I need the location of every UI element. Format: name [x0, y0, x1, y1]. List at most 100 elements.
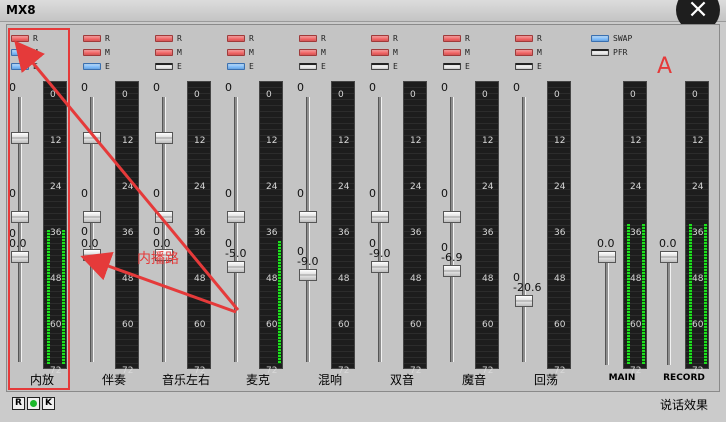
meter-level — [278, 241, 281, 364]
meter-tick-label: 0 — [630, 90, 636, 100]
fader-knob[interactable] — [83, 211, 101, 223]
title-bar: MX8 — [0, 0, 726, 22]
fader-knob[interactable] — [515, 295, 533, 307]
level-meter: 0 12 24 36 48 60 72 — [685, 81, 709, 376]
fader-track[interactable] — [234, 97, 238, 362]
fader-knob[interactable] — [443, 265, 461, 277]
route-r-toggle[interactable]: R — [299, 31, 326, 45]
fader-top-label: 0 — [513, 81, 520, 94]
led-icon — [155, 34, 173, 42]
meter-tick-label: 24 — [482, 182, 494, 192]
channel-strip: 0.0 0 12 24 36 48 60 72 MAIN — [591, 25, 661, 393]
route-e-toggle[interactable]: E — [227, 59, 254, 73]
led-icon — [591, 34, 609, 42]
k-toggle[interactable]: K — [42, 397, 55, 410]
fader-value: -9.0 — [369, 247, 391, 260]
route-m-label: M — [249, 47, 254, 57]
route-m-toggle[interactable]: M — [371, 45, 398, 59]
route-r-label: R — [537, 33, 542, 43]
channel-buttons: RME — [515, 31, 542, 73]
led-icon — [515, 34, 533, 42]
route-e-toggle[interactable]: E — [515, 59, 542, 73]
led-icon — [371, 48, 389, 56]
meter-tick-label: 12 — [630, 136, 642, 146]
led-icon — [443, 34, 461, 42]
led-icon — [443, 62, 461, 70]
channel-strip: 0.0 0 12 24 36 48 60 72 RECORD — [653, 25, 723, 393]
meter-tick-label: 24 — [692, 182, 704, 192]
route-e-toggle[interactable]: E — [155, 59, 182, 73]
meter-tick-label: 48 — [194, 274, 206, 284]
fader-track[interactable] — [667, 261, 671, 365]
swap-label: SWAP — [613, 33, 633, 43]
fader-knob[interactable] — [227, 261, 245, 273]
meter-tick-label: 24 — [410, 182, 422, 192]
route-e-toggle[interactable]: E — [83, 59, 110, 73]
route-r-toggle[interactable]: R — [371, 31, 398, 45]
fader-knob[interactable] — [660, 251, 678, 263]
channel-strip: R M E 0 0 0 0.0 0 12 24 36 48 60 72 音乐左右 — [151, 25, 221, 393]
send-value: 0 — [297, 187, 304, 200]
led-icon — [83, 62, 101, 70]
fader-knob[interactable] — [155, 132, 173, 144]
fader-knob[interactable] — [227, 211, 245, 223]
channel-name: 双音 — [389, 373, 414, 387]
route-e-toggle[interactable]: E — [299, 59, 326, 73]
route-r-toggle[interactable]: R — [443, 31, 470, 45]
fader-knob[interactable] — [299, 211, 317, 223]
fader-track[interactable] — [450, 97, 454, 362]
route-r-toggle[interactable]: R — [515, 31, 542, 45]
led-icon — [371, 34, 389, 42]
led-icon — [155, 62, 173, 70]
led-icon — [443, 48, 461, 56]
route-m-toggle[interactable]: M — [515, 45, 542, 59]
route-m-toggle[interactable]: M — [155, 45, 182, 59]
route-m-toggle[interactable]: M — [227, 45, 254, 59]
route-r-toggle[interactable]: R — [155, 31, 182, 45]
fader-track[interactable] — [378, 97, 382, 362]
send-value: 0 — [441, 187, 448, 200]
meter-level — [704, 224, 707, 364]
level-meter: 0 12 24 36 48 60 72 — [475, 81, 499, 376]
fader-knob[interactable] — [83, 132, 101, 144]
pfr-toggle[interactable]: PFR — [591, 45, 632, 59]
voice-effect-button[interactable]: 说话效果 — [660, 396, 708, 413]
record-toggle[interactable]: R — [12, 397, 25, 410]
meter-tick-label: 12 — [266, 136, 278, 146]
meter-tick-label: 60 — [338, 320, 350, 330]
channel-strip: R M E 0 0 0 -9.0 0 12 24 36 48 60 72 双音 — [367, 25, 437, 393]
meter-tick-label: 0 — [692, 90, 698, 100]
led-icon — [299, 62, 317, 70]
fader-knob[interactable] — [371, 211, 389, 223]
fader-knob[interactable] — [371, 261, 389, 273]
swap-toggle[interactable]: SWAP — [591, 31, 632, 45]
fader-track[interactable] — [605, 261, 609, 365]
meter-tick-label: 48 — [410, 274, 422, 284]
level-meter: 0 12 24 36 48 60 72 — [331, 81, 355, 376]
mixer-panel: R M E 0 0 0 0.0 0 12 24 36 48 60 72 内放 R M E 0 0 0 0.0 0 12 24 36… — [6, 24, 720, 392]
led-icon — [515, 62, 533, 70]
channel-buttons: RME — [155, 31, 182, 73]
meter-tick-label: 36 — [122, 228, 134, 238]
fader-track[interactable] — [306, 97, 310, 362]
route-m-toggle[interactable]: M — [83, 45, 110, 59]
fader-knob[interactable] — [83, 249, 101, 261]
fader-knob[interactable] — [299, 269, 317, 281]
fader-value: 0.0 — [597, 237, 615, 250]
fader-knob[interactable] — [155, 211, 173, 223]
meter-tick-label: 12 — [122, 136, 134, 146]
highlight-box — [8, 28, 70, 390]
route-r-toggle[interactable]: R — [227, 31, 254, 45]
fader-track[interactable] — [522, 97, 526, 362]
led-icon — [83, 34, 101, 42]
annotation-text: 内播路 — [137, 251, 179, 267]
fader-knob[interactable] — [443, 211, 461, 223]
meter-tick-label: 48 — [630, 274, 642, 284]
route-e-toggle[interactable]: E — [371, 59, 398, 73]
fader-knob[interactable] — [598, 251, 616, 263]
route-m-toggle[interactable]: M — [443, 45, 470, 59]
led-icon — [515, 48, 533, 56]
route-m-toggle[interactable]: M — [299, 45, 326, 59]
route-e-toggle[interactable]: E — [443, 59, 470, 73]
route-r-toggle[interactable]: R — [83, 31, 110, 45]
